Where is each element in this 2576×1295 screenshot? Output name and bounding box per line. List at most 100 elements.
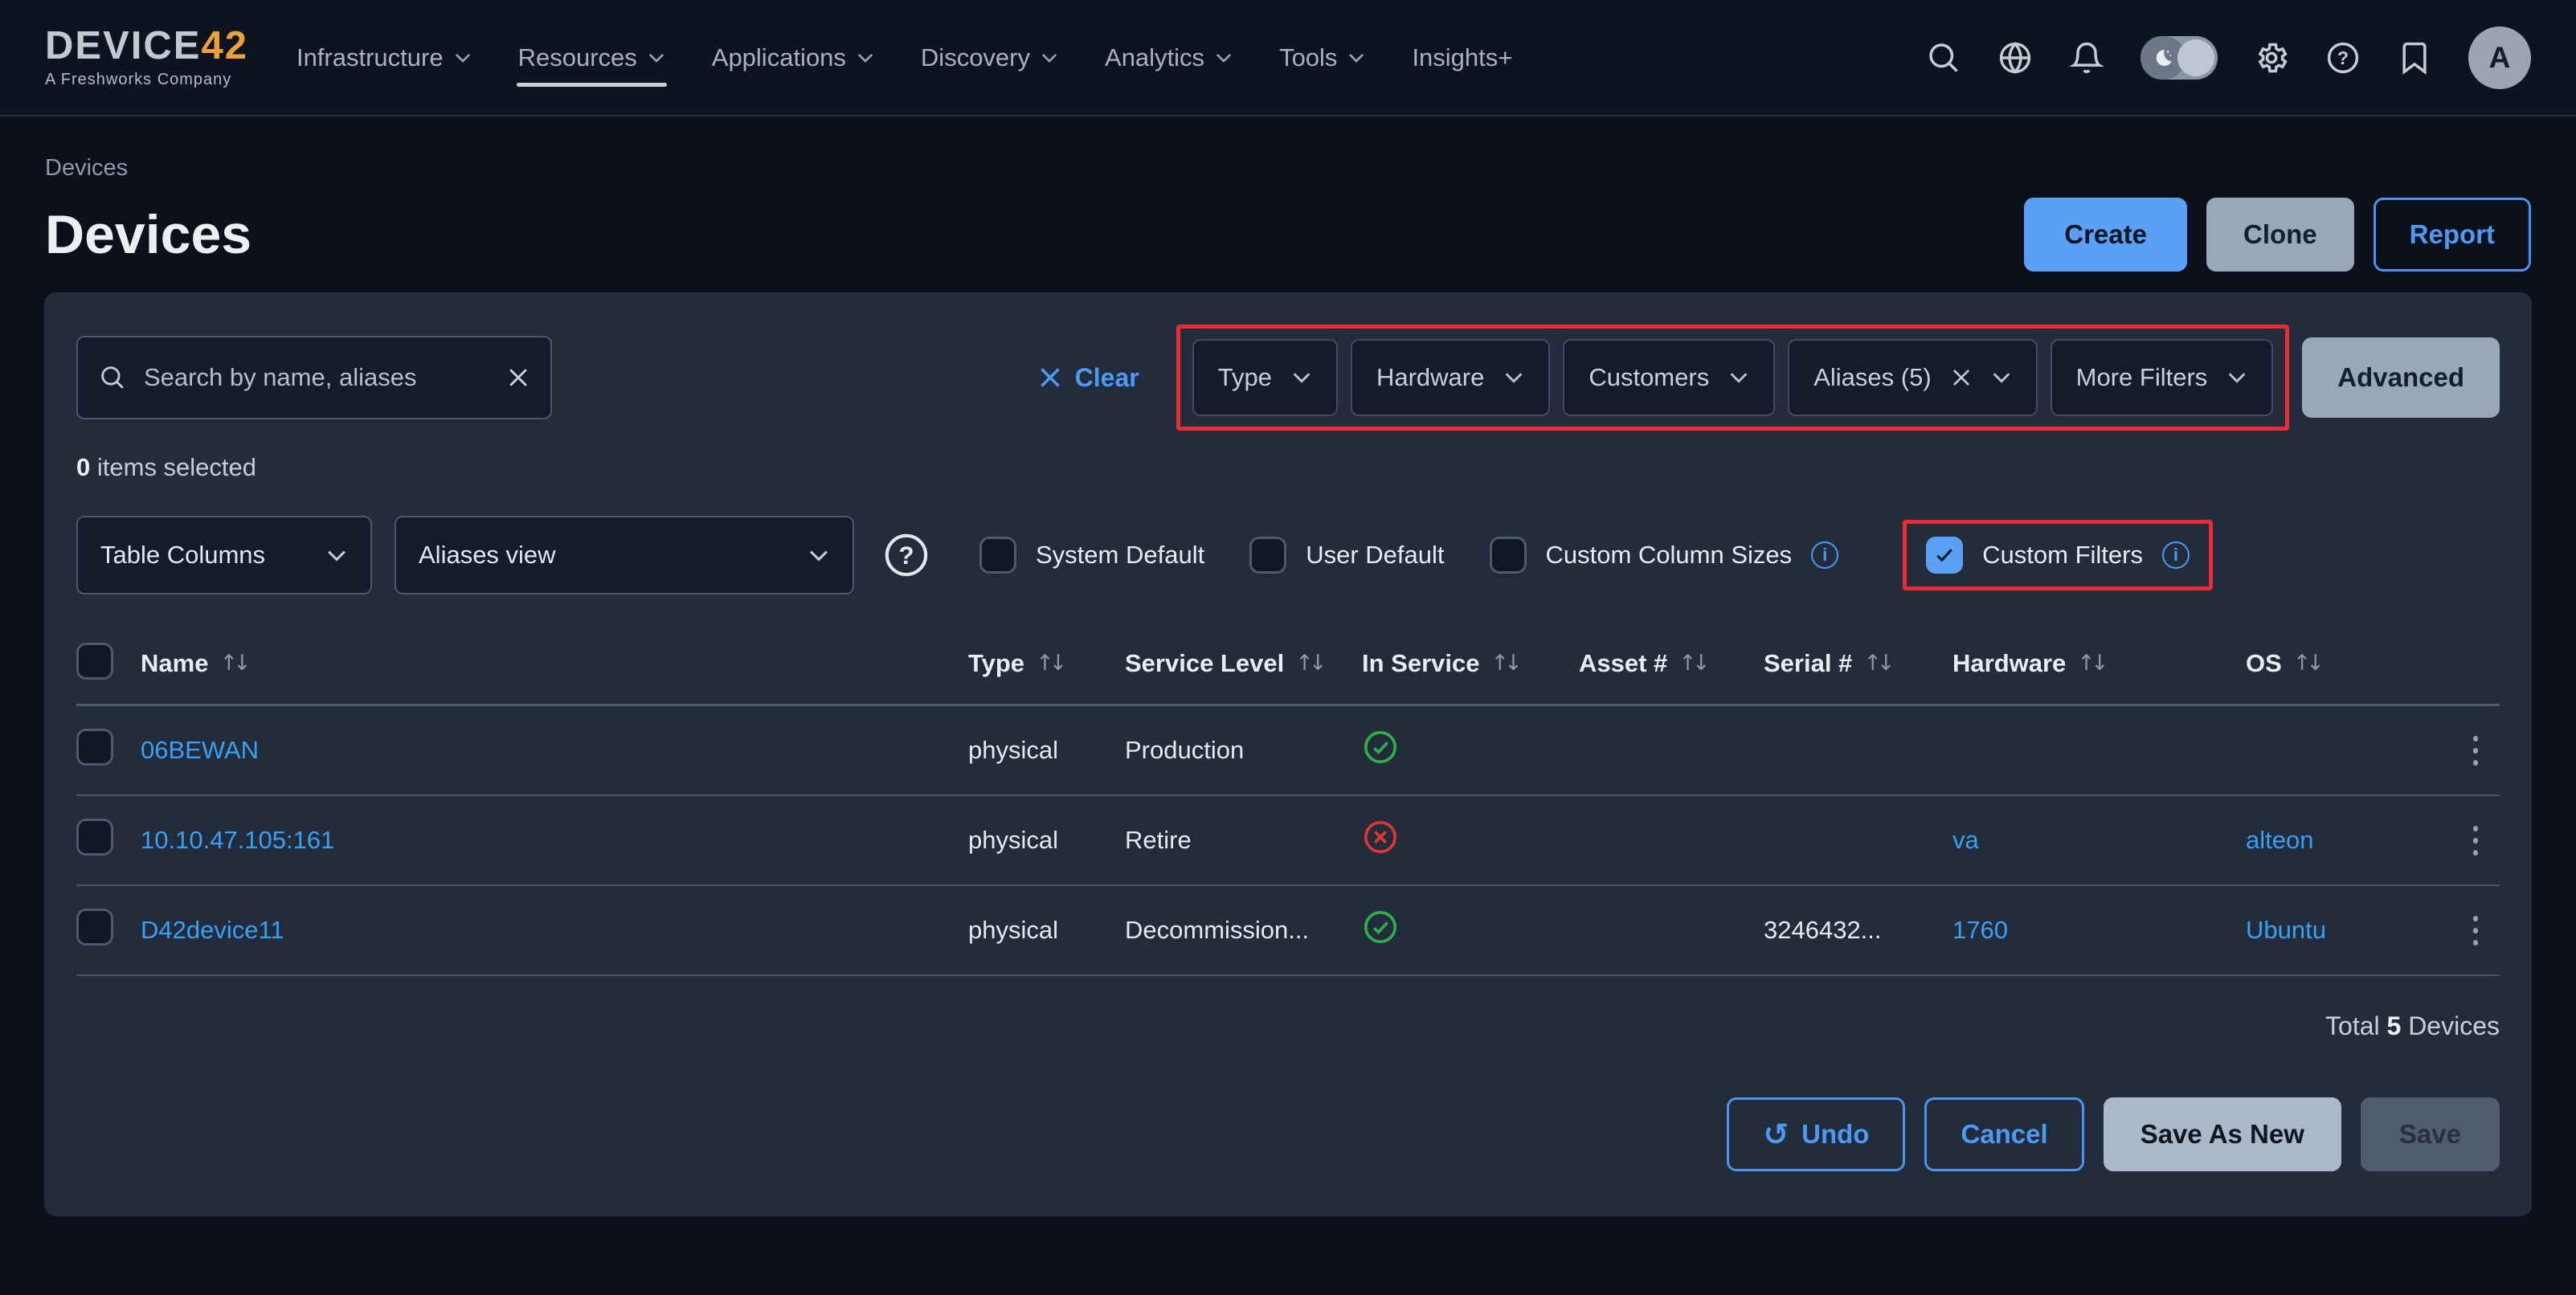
nav-item-discovery[interactable]: Discovery xyxy=(921,0,1058,115)
checkbox-system-default[interactable]: System Default xyxy=(979,537,1204,574)
cell-hardware[interactable]: 1760 xyxy=(1952,916,2246,945)
row-menu-kebab-icon[interactable] xyxy=(2468,821,2483,860)
remove-filter-icon[interactable] xyxy=(1951,367,1972,388)
sort-icon[interactable]: ↑↓ xyxy=(1863,651,1890,676)
column-header-type[interactable]: Type↑↓ xyxy=(968,649,1125,678)
user-avatar[interactable]: A xyxy=(2468,27,2531,89)
advanced-button[interactable]: Advanced xyxy=(2302,337,2500,418)
checkbox-user-default[interactable]: User Default xyxy=(1249,537,1444,574)
undo-icon: ↺ xyxy=(1763,1119,1789,1150)
device-name-link[interactable]: 06BEWAN xyxy=(141,736,968,765)
filter-customers[interactable]: Customers xyxy=(1563,339,1775,416)
undo-button[interactable]: ↺Undo xyxy=(1727,1097,1905,1171)
in-service-no-icon xyxy=(1362,819,1399,856)
sort-icon[interactable]: ↑↓ xyxy=(1295,651,1322,676)
checkbox-unchecked[interactable] xyxy=(1249,537,1286,574)
column-header-serial[interactable]: Serial #↑↓ xyxy=(1764,649,1952,678)
breadcrumb[interactable]: Devices xyxy=(45,155,2531,182)
total-count: Total 5 Devices xyxy=(76,1011,2500,1041)
checkbox-custom-filters[interactable]: Custom Filters i xyxy=(1926,537,2190,574)
sort-icon[interactable]: ↑↓ xyxy=(1490,651,1517,676)
filter-hardware[interactable]: Hardware xyxy=(1351,339,1550,416)
cell-type: physical xyxy=(968,736,1125,765)
clone-button[interactable]: Clone xyxy=(2206,198,2354,272)
table-row: 10.10.47.105:161 physical Retire va alte… xyxy=(76,796,2500,886)
chevron-down-icon xyxy=(325,549,348,562)
save-as-new-button[interactable]: Save As New xyxy=(2104,1097,2341,1171)
sort-icon[interactable]: ↑↓ xyxy=(219,651,246,676)
chevron-down-icon xyxy=(1041,52,1058,63)
checkbox-unchecked[interactable] xyxy=(1490,537,1527,574)
notifications-bell-icon[interactable] xyxy=(2069,40,2104,76)
help-circle-icon[interactable]: ? xyxy=(883,532,930,578)
column-header-service-level[interactable]: Service Level↑↓ xyxy=(1125,649,1362,678)
clear-search-icon[interactable] xyxy=(507,366,530,389)
svg-text:?: ? xyxy=(2337,47,2349,67)
sort-icon[interactable]: ↑↓ xyxy=(2293,651,2320,676)
chevron-down-icon xyxy=(2226,371,2247,384)
select-all-checkbox[interactable] xyxy=(76,643,113,680)
clear-filters-button[interactable]: Clear xyxy=(1038,363,1139,393)
main-menu: Infrastructure Resources Applications Di… xyxy=(296,0,1512,115)
search-input[interactable] xyxy=(144,363,489,392)
nav-item-insights[interactable]: Insights+ xyxy=(1412,0,1512,115)
column-header-name[interactable]: Name↑↓ xyxy=(141,649,968,678)
top-nav: DEVICE42 A Freshworks Company Infrastruc… xyxy=(0,0,2576,116)
chevron-down-icon xyxy=(857,52,874,63)
row-menu-kebab-icon[interactable] xyxy=(2468,731,2483,770)
row-checkbox[interactable] xyxy=(76,819,113,856)
sort-icon[interactable]: ↑↓ xyxy=(2077,651,2104,676)
dark-mode-toggle[interactable] xyxy=(2141,36,2218,80)
sort-icon[interactable]: ↑↓ xyxy=(1036,651,1062,676)
nav-item-tools[interactable]: Tools xyxy=(1279,0,1365,115)
row-checkbox[interactable] xyxy=(76,729,113,766)
column-header-in-service[interactable]: In Service↑↓ xyxy=(1362,649,1579,678)
filter-toolbar: Clear Type Hardware Customers Aliases (5… xyxy=(76,325,2500,431)
checkbox-custom-column-sizes[interactable]: Custom Column Sizes i xyxy=(1490,537,1839,574)
row-menu-kebab-icon[interactable] xyxy=(2468,911,2483,950)
settings-gear-icon[interactable] xyxy=(2254,40,2289,76)
device42-logo[interactable]: DEVICE42 A Freshworks Company xyxy=(45,27,248,89)
device-name-link[interactable]: 10.10.47.105:161 xyxy=(141,826,968,855)
devices-table: Name↑↓ Type↑↓ Service Level↑↓ In Service… xyxy=(76,623,2500,976)
row-checkbox[interactable] xyxy=(76,909,113,946)
search-icon[interactable] xyxy=(1926,40,1961,76)
globe-icon[interactable] xyxy=(1997,40,2033,76)
table-columns-dropdown[interactable]: Table Columns xyxy=(76,516,372,594)
filter-type[interactable]: Type xyxy=(1192,339,1338,416)
view-checkboxes: System Default User Default Custom Colum… xyxy=(979,520,2213,590)
view-select-dropdown[interactable]: Aliases view xyxy=(395,516,854,594)
report-button[interactable]: Report xyxy=(2374,198,2531,272)
info-icon[interactable]: i xyxy=(1811,541,1838,569)
sort-icon[interactable]: ↑↓ xyxy=(1678,651,1705,676)
cell-type: physical xyxy=(968,826,1125,855)
cell-hardware[interactable]: va xyxy=(1952,826,2246,855)
cell-os[interactable]: alteon xyxy=(2246,826,2451,855)
check-icon xyxy=(1932,543,1957,567)
custom-filters-annotation-box: Custom Filters i xyxy=(1903,520,2213,590)
logo-text: DEVICE42 xyxy=(45,27,248,66)
nav-item-resources[interactable]: Resources xyxy=(518,0,665,115)
create-button[interactable]: Create xyxy=(2024,198,2187,272)
column-header-hardware[interactable]: Hardware↑↓ xyxy=(1952,649,2246,678)
bookmark-icon[interactable] xyxy=(2397,40,2432,76)
checkbox-checked[interactable] xyxy=(1926,537,1963,574)
cancel-button[interactable]: Cancel xyxy=(1924,1097,2083,1171)
page-actions: Create Clone Report xyxy=(2024,198,2531,272)
info-icon[interactable]: i xyxy=(2162,541,2190,569)
filter-more-filters[interactable]: More Filters xyxy=(2051,339,2274,416)
cell-os[interactable]: Ubuntu xyxy=(2246,916,2451,945)
column-header-asset[interactable]: Asset #↑↓ xyxy=(1579,649,1764,678)
search-box[interactable] xyxy=(76,336,552,419)
nav-item-infrastructure[interactable]: Infrastructure xyxy=(296,0,472,115)
column-header-os[interactable]: OS↑↓ xyxy=(2246,649,2451,678)
filters-annotation-box: Type Hardware Customers Aliases (5) More… xyxy=(1176,325,2290,431)
nav-item-applications[interactable]: Applications xyxy=(712,0,874,115)
device-name-link[interactable]: D42device11 xyxy=(141,916,968,945)
nav-item-analytics[interactable]: Analytics xyxy=(1105,0,1233,115)
checkbox-unchecked[interactable] xyxy=(979,537,1016,574)
cell-service-level: Decommission... xyxy=(1125,916,1362,945)
save-button[interactable]: Save xyxy=(2361,1097,2500,1171)
help-icon[interactable]: ? xyxy=(2325,40,2361,76)
filter-aliases[interactable]: Aliases (5) xyxy=(1788,339,2037,416)
